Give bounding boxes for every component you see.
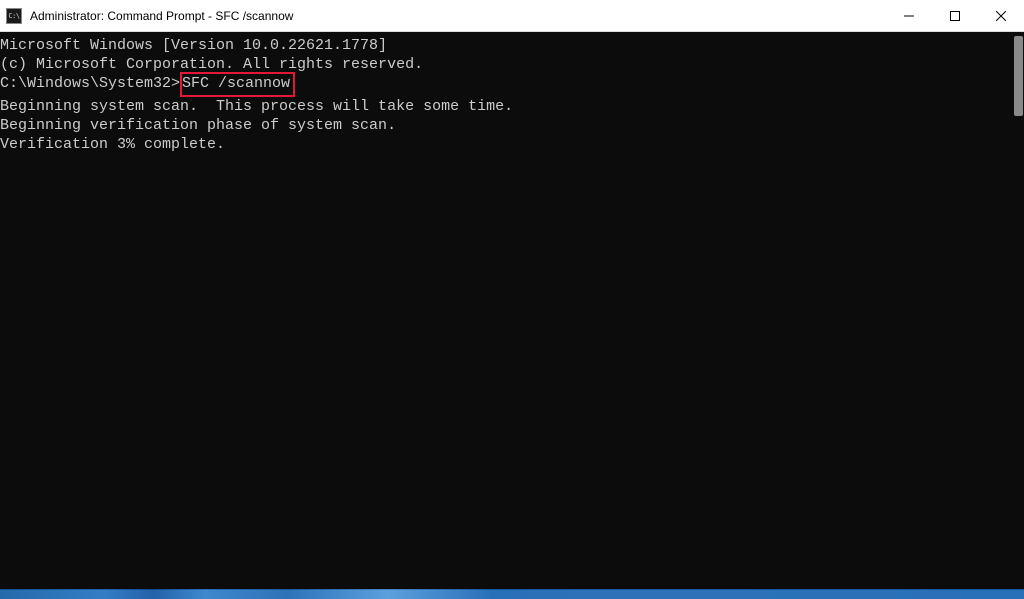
- minimize-icon: [904, 11, 914, 21]
- titlebar-left: C:\ Administrator: Command Prompt - SFC …: [6, 8, 293, 24]
- close-button[interactable]: [978, 0, 1024, 31]
- cmd-icon: C:\: [6, 8, 22, 24]
- window-controls: [886, 0, 1024, 31]
- output-line: Verification 3% complete.: [0, 135, 1024, 154]
- terminal-output[interactable]: Microsoft Windows [Version 10.0.22621.17…: [0, 32, 1024, 590]
- output-line: Beginning verification phase of system s…: [0, 116, 1024, 135]
- maximize-button[interactable]: [932, 0, 978, 31]
- output-line: (c) Microsoft Corporation. All rights re…: [0, 55, 1024, 74]
- command-highlight: SFC /scannow: [180, 72, 295, 97]
- minimize-button[interactable]: [886, 0, 932, 31]
- scrollbar-thumb[interactable]: [1014, 36, 1023, 116]
- command-prompt-window: C:\ Administrator: Command Prompt - SFC …: [0, 0, 1024, 590]
- titlebar[interactable]: C:\ Administrator: Command Prompt - SFC …: [0, 0, 1024, 32]
- maximize-icon: [950, 11, 960, 21]
- prompt-line: C:\Windows\System32>SFC /scannow: [0, 74, 1024, 97]
- window-title: Administrator: Command Prompt - SFC /sca…: [30, 9, 293, 23]
- output-line: Beginning system scan. This process will…: [0, 97, 1024, 116]
- output-line: Microsoft Windows [Version 10.0.22621.17…: [0, 36, 1024, 55]
- taskbar[interactable]: [0, 589, 1024, 599]
- prompt-path: C:\Windows\System32>: [0, 75, 180, 92]
- close-icon: [996, 11, 1006, 21]
